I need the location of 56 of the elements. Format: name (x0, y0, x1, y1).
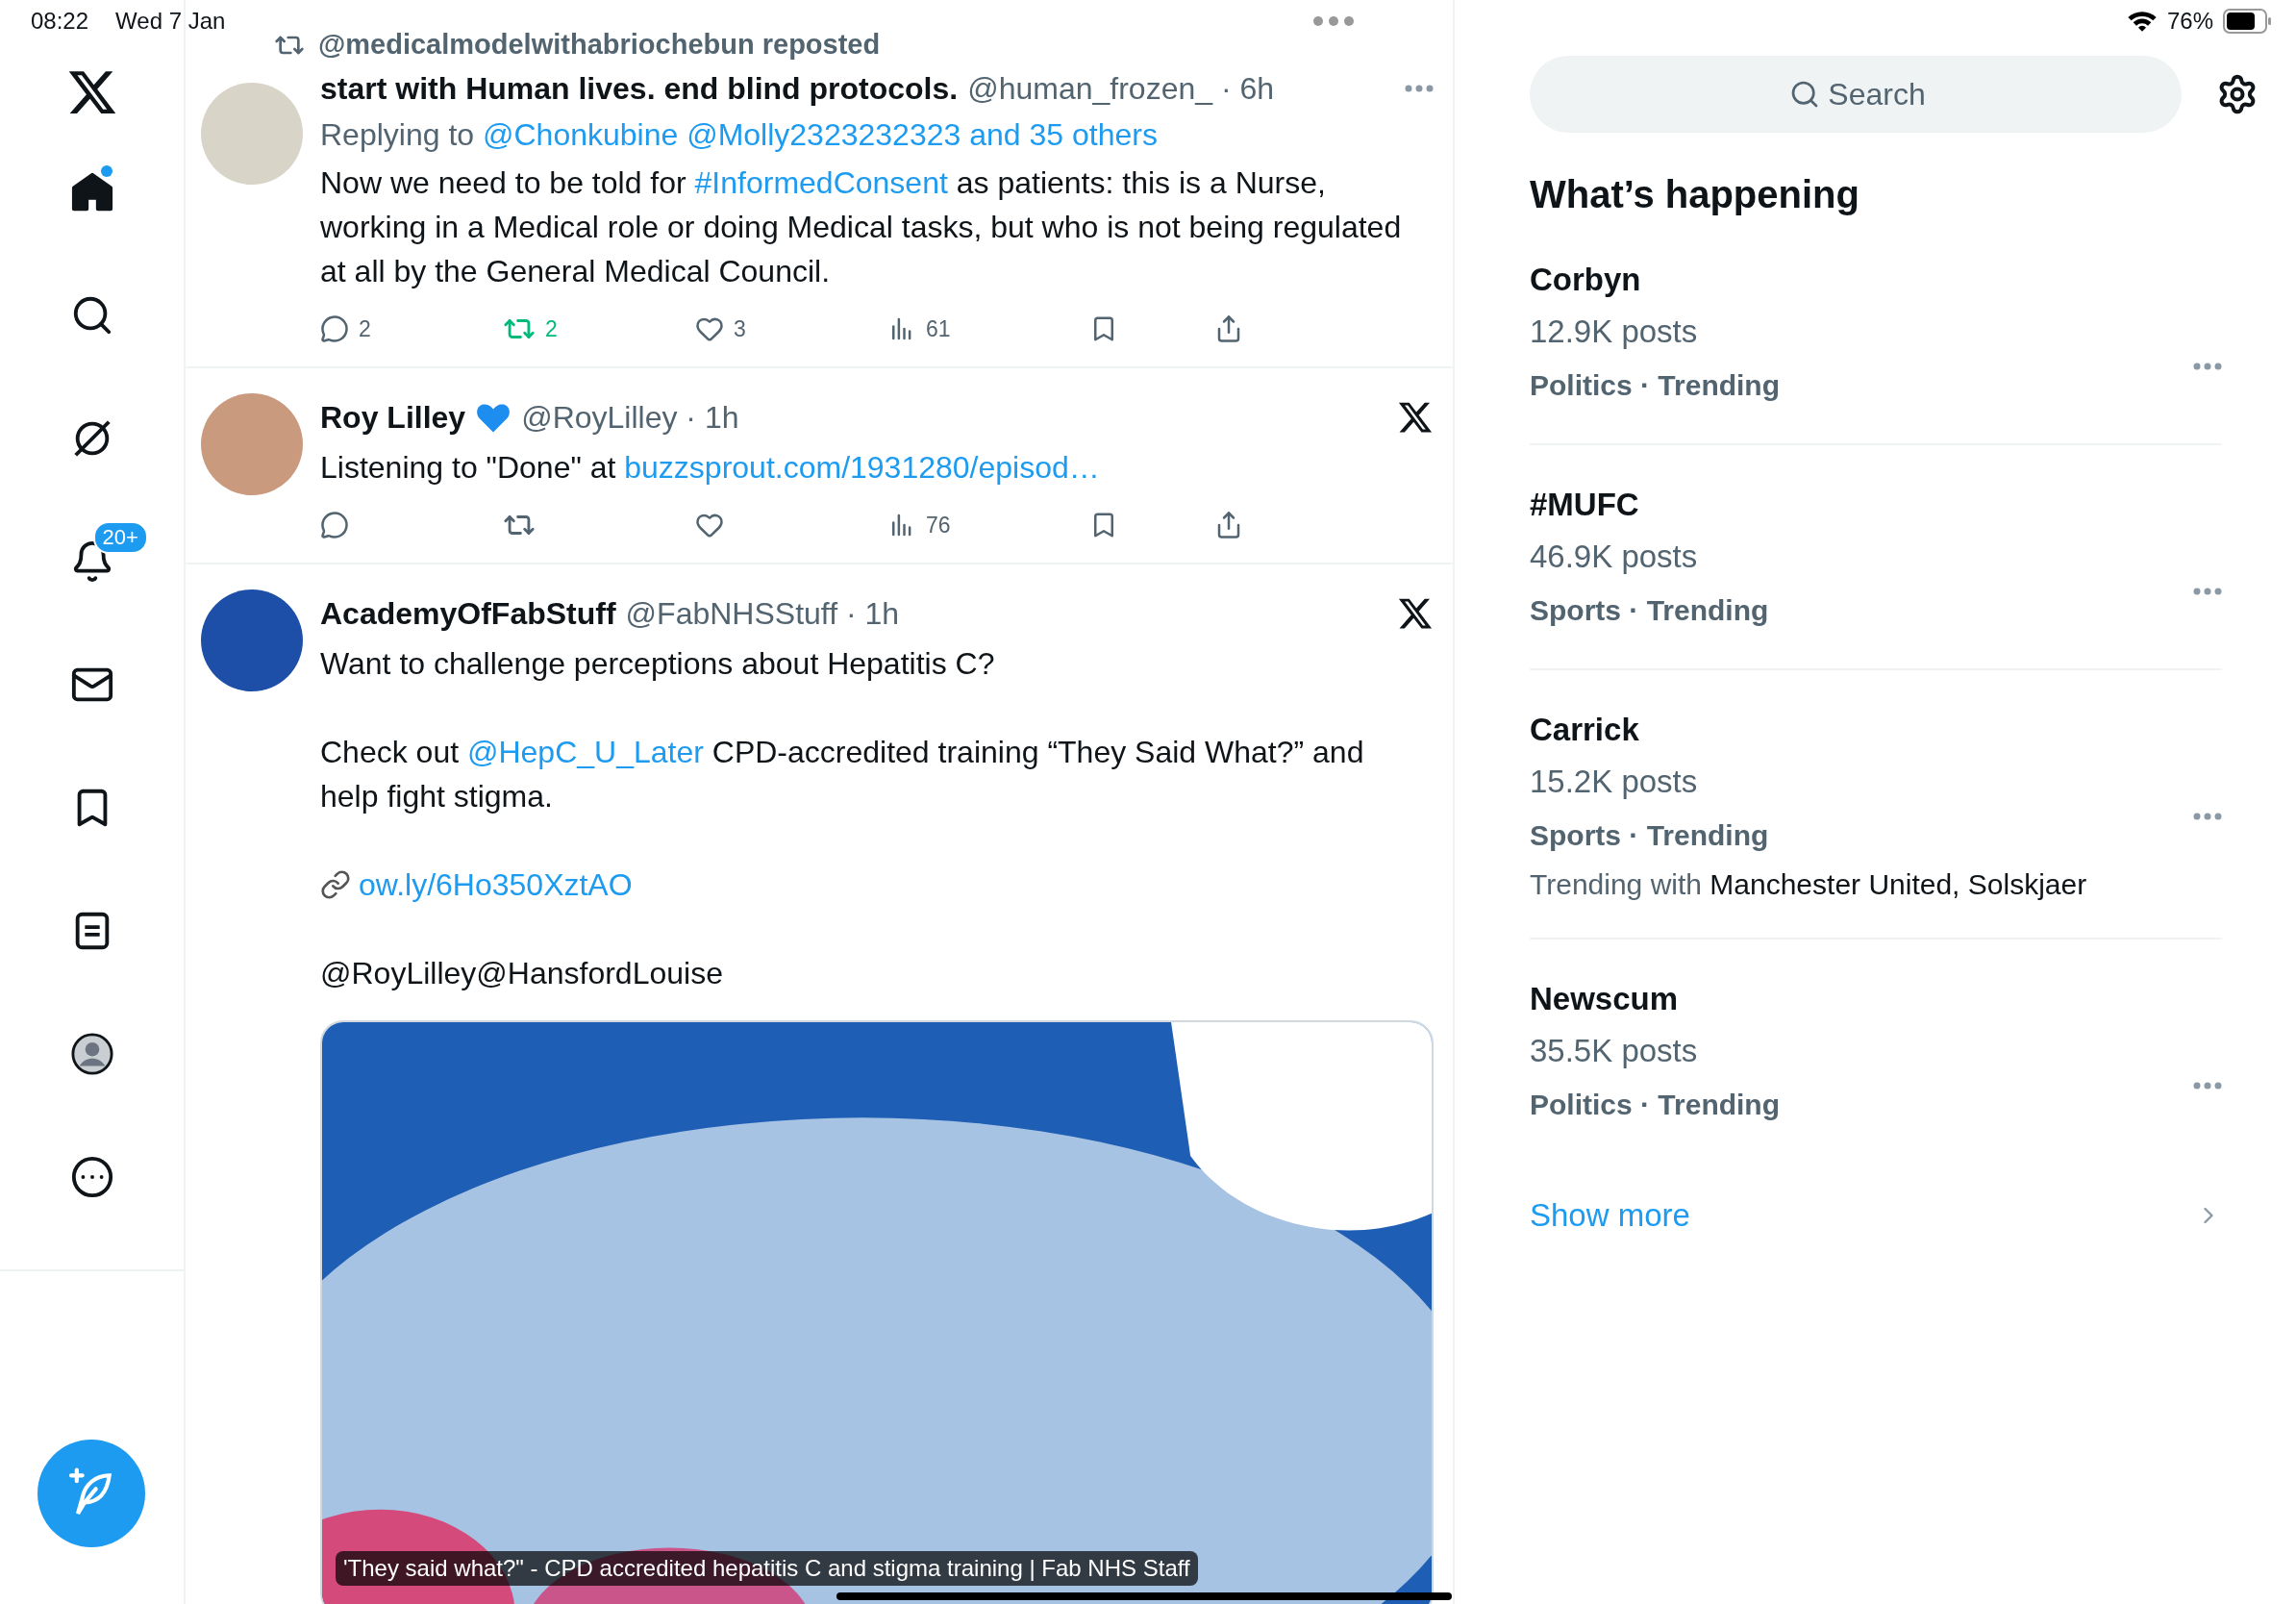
more-dots-icon (2193, 363, 2222, 370)
trend-category: Politics · Trending (1530, 1088, 1781, 1122)
author-handle-time: @human_frozen_ · 6h (967, 70, 1275, 107)
like-button[interactable]: 3 (695, 314, 887, 343)
trend-post-count: 35.5K posts (1530, 1032, 1699, 1070)
replying-to-text: Replying to @Chonkubine @Molly2323232323 and 35 others (320, 116, 1159, 154)
link-card-title: 'They said what?" - CPD accredited hepatitis C and stigma training | Fab NHS Staff (336, 1551, 1198, 1586)
trend-name[interactable]: Corbyn (1530, 255, 2222, 305)
trend-name[interactable]: Carrick (1530, 705, 2222, 755)
views-button[interactable]: 61 (887, 314, 1089, 343)
author-name[interactable]: start with Human lives. end blind protocols. (320, 70, 959, 107)
more-dots-icon (2193, 1082, 2222, 1090)
search-icon (1789, 79, 1820, 110)
battery-percent: 76% (2166, 8, 2213, 35)
tweet-text: Want to challenge perceptions about Hepatitis C? (320, 645, 996, 683)
notification-badge: 20+ (92, 521, 148, 554)
wifi-icon (2126, 9, 2158, 34)
views-button[interactable]: 76 (887, 511, 1089, 539)
trend-category: Sports · Trending (1530, 818, 1769, 853)
trend-category: Politics · Trending (1530, 368, 1781, 403)
reply-icon (320, 511, 349, 539)
more-dots-icon[interactable] (1312, 15, 1355, 27)
media-image[interactable]: 'They said what?" - CPD accredited hepatitis C and stigma training | Fab NHS Staff (320, 1020, 1434, 1604)
trend-more-button[interactable] (2193, 813, 2222, 820)
tweet-text: Check out @HepC_U_Later CPD-accredited training “They Said What?” and help fight stigma. (320, 734, 1365, 815)
status-time: 08:22 (31, 8, 89, 35)
trend-post-count: 46.9K posts (1530, 538, 1699, 576)
link-icon (320, 869, 351, 900)
search-field[interactable]: Search (1530, 56, 2182, 133)
trend-post-count: 15.2K posts (1530, 763, 1699, 801)
trend-name[interactable]: #MUFC (1530, 480, 2222, 530)
trending-with-text: Trending with Manchester United, Solskjaer (1530, 867, 2088, 902)
tweet-text: @RoyLilley@HansfordLouise (320, 955, 724, 992)
more-dots-icon (2193, 813, 2222, 820)
trend-post-count: 12.9K posts (1530, 313, 1699, 351)
author-name[interactable]: Roy Lilley (320, 399, 466, 436)
tweet-text: Listening to "Done" at buzzsprout.com/1931280/episod… (320, 449, 1101, 487)
reply-icon (320, 314, 349, 343)
tweet-text: Now we need to be told for #InformedConsent as patients: this is a Nurse, working in a Medical role or doing Medical tasks, but who is not being regulated at all by the General Medical Council. (320, 164, 1403, 290)
trend-category: Sports · Trending (1530, 593, 1769, 628)
author-handle-time: @RoyLilley · 1h (521, 399, 739, 436)
trend-more-button[interactable] (2193, 1082, 2222, 1090)
section-title: What’s happening (1530, 173, 1860, 216)
author-name[interactable]: AcademyOfFabStuff (320, 595, 616, 632)
heart-emoji-icon (475, 401, 512, 434)
trend-more-button[interactable] (2193, 363, 2222, 370)
more-dots-icon (1405, 85, 1434, 92)
author-handle-time: @FabNHSStuff · 1h (625, 595, 900, 632)
trend-name[interactable]: Newscum (1530, 974, 2222, 1024)
battery-icon (2223, 9, 2273, 34)
trend-more-button[interactable] (2193, 588, 2222, 595)
status-date: Wed 7 Jan (115, 8, 226, 35)
reply-button[interactable]: 2 (320, 314, 503, 343)
more-button[interactable] (1405, 85, 1434, 92)
more-dots-icon (2193, 588, 2222, 595)
repost-label[interactable]: @medicalmodelwithabriochebun reposted (318, 29, 881, 61)
